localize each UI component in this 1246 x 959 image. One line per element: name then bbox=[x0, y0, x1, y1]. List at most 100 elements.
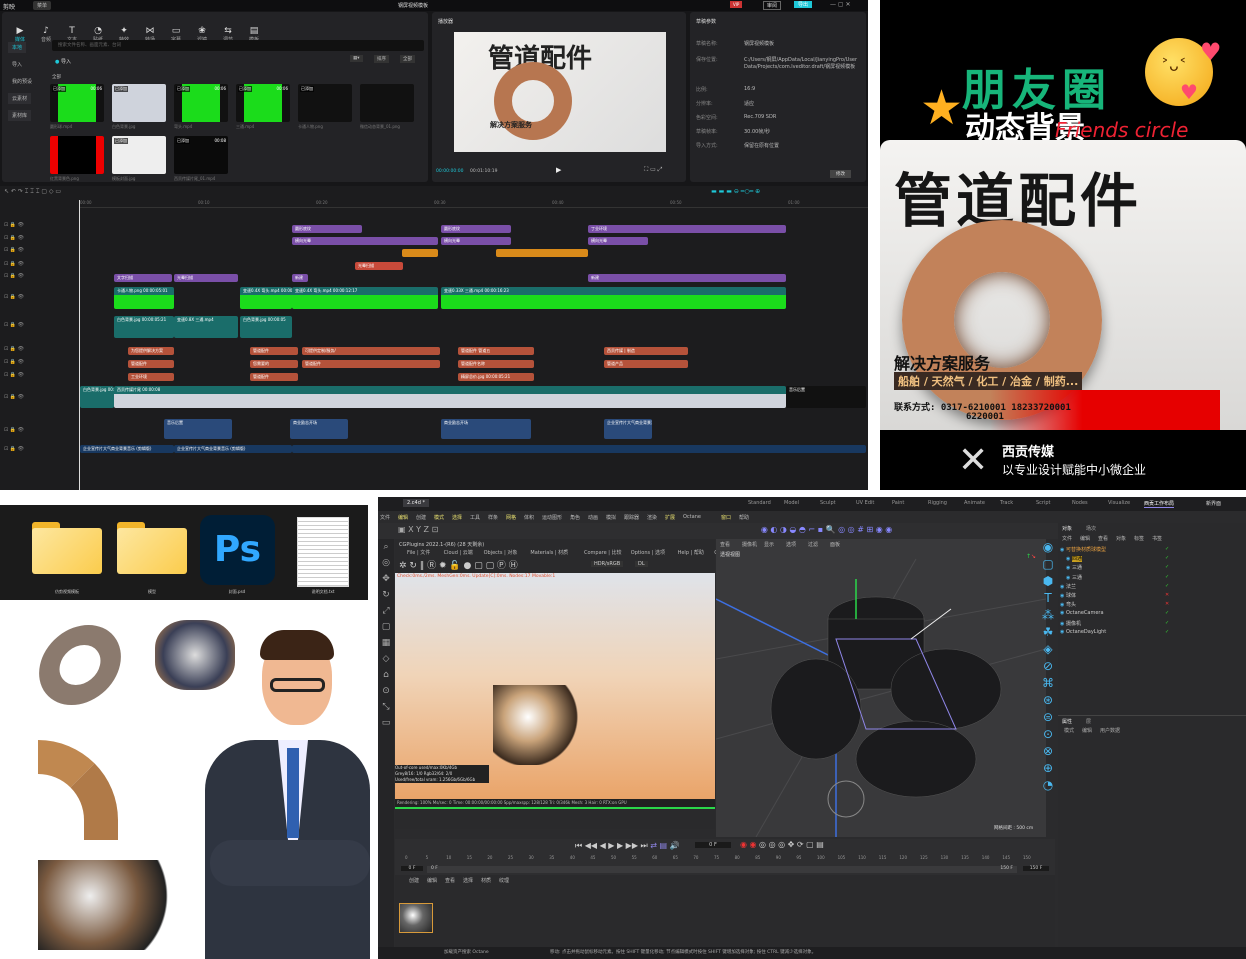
track-controls[interactable]: ⊡ 🔒 👁 bbox=[4, 322, 24, 328]
kernel-select[interactable]: DL bbox=[635, 561, 648, 567]
object-menu-item[interactable]: 编辑 bbox=[1080, 535, 1090, 542]
timeline-clip[interactable]: 西贡传媒片尾 00:00:08 bbox=[114, 386, 786, 408]
frame-range-slider[interactable]: 0 F 150 F bbox=[427, 866, 1017, 873]
track-controls[interactable]: ⊡ 🔒 👁 bbox=[4, 372, 24, 378]
visibility-icon[interactable]: ✓ bbox=[1165, 564, 1169, 570]
attr-edit[interactable]: 编辑 bbox=[1082, 727, 1092, 734]
layout-tab[interactable]: UV Edit bbox=[856, 500, 874, 506]
timeline-clip[interactable]: 企业宣传片大气商业背景音乐 (剪辑版) bbox=[80, 445, 174, 453]
timeline-clip[interactable]: 工业环境 bbox=[128, 373, 174, 381]
side-nav-item[interactable]: 导入 bbox=[8, 59, 26, 70]
timeline-clip[interactable]: 光晕扫描 bbox=[355, 262, 403, 270]
menu-item[interactable]: 样条 bbox=[488, 514, 498, 521]
layout-tab[interactable]: Nodes bbox=[1072, 500, 1088, 506]
timeline-clip[interactable]: 您需要的 bbox=[250, 360, 298, 368]
timeline-clip[interactable]: 卡通人物.png 00:00:05:01 bbox=[114, 287, 174, 309]
object-menu-item[interactable]: 书签 bbox=[1152, 535, 1162, 542]
media-thumbnail[interactable]: 已添加 00:06 bbox=[236, 84, 290, 122]
object-row[interactable]: ◉ 摄像机 ✓ bbox=[1060, 620, 1169, 627]
timeline-clip[interactable]: 管道配件 bbox=[250, 347, 298, 355]
track-controls[interactable]: ⊡ 🔒 👁 bbox=[4, 247, 24, 253]
octane-toolbar[interactable]: ✲ ↻ ‖ Ⓡ ✹ 🔓 ● ▢ ▢ Ⓟ Ⓗ HDR/sRGB DL bbox=[395, 558, 715, 572]
track-controls[interactable]: ⊡ 🔒 👁 bbox=[4, 346, 24, 352]
tool-tab-0[interactable]: ▶ 媒体 bbox=[8, 26, 32, 43]
octane-menu-item[interactable]: Objects | 对象 bbox=[484, 549, 518, 556]
visibility-icon[interactable]: ✓ bbox=[1165, 610, 1169, 616]
side-nav-item[interactable]: 我的预设 bbox=[8, 76, 36, 87]
share-button[interactable]: 审阅 bbox=[763, 1, 782, 10]
menu-item[interactable]: 扩展 bbox=[665, 514, 675, 521]
tab-layers[interactable]: 层 bbox=[1086, 718, 1091, 725]
media-thumbnail[interactable]: 已添加 bbox=[112, 136, 166, 174]
octane-menu-item[interactable]: Cloud | 云端 bbox=[444, 549, 473, 556]
timeline-clip[interactable]: 管道配件 bbox=[250, 373, 298, 381]
timeline-clip[interactable]: 横向光晕 bbox=[292, 237, 438, 245]
media-thumbnail[interactable]: 已添加 bbox=[298, 84, 352, 122]
timeline-clip[interactable]: 白色背景.jpg 00:00:51:27 bbox=[80, 386, 114, 408]
track-controls[interactable]: ⊡ 🔒 👁 bbox=[4, 273, 24, 279]
timeline-clip[interactable]: 可提供定制/服务/ bbox=[302, 347, 440, 355]
object-row[interactable]: ◉ OctaneCamera ✓ bbox=[1060, 610, 1169, 616]
end-frame[interactable]: 150 F bbox=[1023, 866, 1049, 871]
track-controls[interactable]: ⊡ 🔒 👁 bbox=[4, 222, 24, 228]
timeline-clip[interactable]: 变速0.4X 弯头.mp4 00:00:12:17 bbox=[292, 287, 438, 309]
timeline-clip[interactable]: 文字扫描 bbox=[114, 274, 172, 282]
layout-tab[interactable]: Paint bbox=[892, 500, 904, 506]
vip-badge[interactable]: VIP bbox=[730, 1, 743, 8]
timeline-clip[interactable]: 企业宣传片大气商业背景音乐 (剪辑版) bbox=[604, 419, 652, 439]
left-toolbar[interactable]: ⌕ ◎ ✥ ↻ ⤢ ▢ ▦ ◇ ⌂ ⊙ ⤡ ▭ bbox=[378, 539, 394, 959]
file-name[interactable]: 模型 bbox=[112, 589, 192, 595]
import-button[interactable]: ● 导入 bbox=[55, 58, 71, 65]
edit-params-button[interactable]: 修改 bbox=[830, 170, 851, 178]
search-input[interactable]: 搜索文件名称、画面元素、台词 bbox=[52, 40, 424, 51]
timeline-clip[interactable]: 白色背景.jpg 00:00:05 bbox=[240, 316, 292, 338]
timeline-clip[interactable]: 白色背景.jpg 00:00:05:21 bbox=[114, 316, 174, 338]
object-row[interactable]: ◉ OctaneDayLight ✓ bbox=[1060, 629, 1169, 635]
toolbar-icons[interactable]: ▣ X Y Z ⊡ ◉ ◐ ◑ ◒ ◓ ⌐ ▪ 🔍 ◎ ◎ # ⊞ ◉ ◉ bbox=[398, 525, 892, 534]
window-controls[interactable]: — ▢ ✕ bbox=[830, 1, 851, 8]
material-menu-item[interactable]: 材质 bbox=[481, 877, 491, 884]
material-menu-item[interactable]: 纹理 bbox=[499, 877, 509, 884]
menu-item[interactable]: 工具 bbox=[470, 514, 480, 521]
record-buttons[interactable]: ◉ ◉ ◎ ◎ ◎ ✥ ⟳ ▢ ▤ bbox=[740, 840, 824, 849]
material-menu-item[interactable]: 创建 bbox=[409, 877, 419, 884]
menu-item[interactable]: 文件 bbox=[380, 514, 390, 521]
attr-userdata[interactable]: 用户数据 bbox=[1100, 727, 1120, 734]
media-thumbnail[interactable]: 已添加 00:06 bbox=[50, 84, 104, 122]
menu-item[interactable]: 编辑 bbox=[398, 514, 408, 521]
layout-tab[interactable]: 西贡工作布局 bbox=[1144, 500, 1175, 508]
fullscreen-icon[interactable]: ⛶ ▭ ⤢ bbox=[644, 166, 662, 174]
object-row[interactable]: ◉ 四通 ✓ bbox=[1066, 555, 1169, 563]
timeline-clip[interactable]: 新建 bbox=[292, 274, 308, 282]
view-toggle[interactable]: ▦▾ bbox=[350, 55, 363, 62]
menu-item[interactable]: 帮助 bbox=[739, 514, 749, 521]
play-button[interactable]: ▶ bbox=[556, 166, 561, 174]
octane-menu-item[interactable]: File | 文件 bbox=[407, 549, 430, 556]
timeline-clip[interactable]: 管道配件 bbox=[302, 360, 440, 368]
timeline-clip[interactable]: 音乐后置 bbox=[786, 386, 866, 408]
octane-menu-item[interactable]: Options | 选项 bbox=[631, 549, 665, 556]
media-thumbnail[interactable] bbox=[360, 84, 414, 122]
file-name[interactable]: 仿剪视频模板 bbox=[27, 589, 107, 595]
material-menu-item[interactable]: 选择 bbox=[463, 877, 473, 884]
menu-item[interactable]: 创建 bbox=[416, 514, 426, 521]
perspective-viewport[interactable]: 查看 摄像机 显示 选项 过滤 面板 透视视图 网格间距 : 500 cm ↑↘ bbox=[716, 539, 1046, 837]
layout-tab[interactable]: Track bbox=[1000, 500, 1013, 506]
menu-item[interactable]: 窗口 bbox=[721, 514, 731, 521]
media-thumbnail[interactable]: 已添加 00:08 bbox=[174, 136, 228, 174]
timeline-clip[interactable]: 横向光晕 bbox=[588, 237, 648, 245]
octane-menu-item[interactable]: Help | 帮助 bbox=[678, 549, 704, 556]
object-row[interactable]: ◉ 法兰 ✓ bbox=[1060, 583, 1169, 590]
timeline-clip[interactable]: 为您提供解决方案 bbox=[128, 347, 174, 355]
timeline-clip[interactable]: 音乐后置 bbox=[164, 419, 232, 439]
object-row[interactable]: ◉ 弯头 ✕ bbox=[1060, 601, 1169, 608]
file-name[interactable]: 封面.psd bbox=[197, 589, 277, 595]
track-controls[interactable]: ⊡ 🔒 👁 bbox=[4, 359, 24, 365]
media-thumbnail[interactable]: 已添加 00:06 bbox=[174, 84, 228, 122]
photoshop-icon[interactable]: Ps bbox=[200, 515, 275, 585]
file-name[interactable]: 说明文档.txt bbox=[283, 589, 363, 595]
menu-item[interactable]: 体积 bbox=[524, 514, 534, 521]
side-nav-item[interactable]: 本地 bbox=[8, 42, 27, 53]
attr-mode[interactable]: 模式 bbox=[1064, 727, 1074, 734]
timeline-clip[interactable]: 管道配件名称 bbox=[458, 360, 534, 368]
